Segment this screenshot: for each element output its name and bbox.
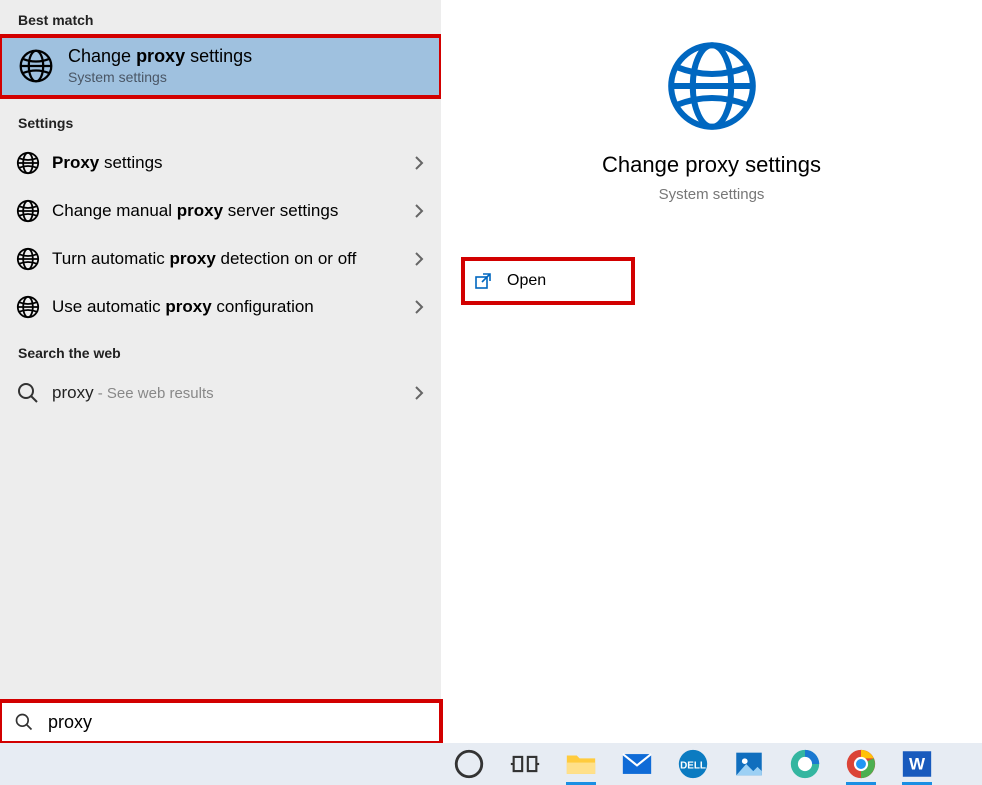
web-result-label: proxy - See web results [52,382,425,405]
search-input[interactable] [48,712,427,733]
globe-icon [16,199,40,223]
settings-item-auto-config[interactable]: Use automatic proxy configuration [0,283,441,331]
word-icon[interactable]: W [900,747,934,781]
settings-item-label: Change manual proxy server settings [52,200,425,223]
chrome-icon[interactable] [844,747,878,781]
section-search-web: Search the web [0,331,441,369]
settings-list: Proxy settings Change manual proxy serve… [0,139,441,331]
settings-item-label: Proxy settings [52,152,425,175]
preview-panel: Change proxy settings System settings Op… [441,0,982,743]
search-icon [16,381,40,405]
chevron-right-icon [411,155,427,171]
settings-item-auto-detection[interactable]: Turn automatic proxy detection on or off [0,235,441,283]
globe-icon [664,38,760,134]
section-best-match: Best match [0,0,441,36]
best-match-result[interactable]: Change proxy settings System settings [0,36,441,97]
chevron-right-icon [411,203,427,219]
chevron-right-icon [411,385,427,401]
search-bar[interactable] [0,701,441,743]
photos-icon[interactable] [732,747,766,781]
search-results-panel: Best match Change proxy settings System … [0,0,441,743]
file-explorer-icon[interactable] [564,747,598,781]
web-result-item[interactable]: proxy - See web results [0,369,441,417]
section-settings: Settings [0,97,441,139]
mail-icon[interactable] [620,747,654,781]
svg-text:DELL: DELL [680,760,706,771]
open-icon [473,271,493,291]
search-icon [14,712,34,732]
open-action[interactable]: Open [463,259,633,303]
preview-actions: Open [441,259,982,303]
globe-icon [18,48,54,84]
best-match-subtitle: System settings [68,69,252,85]
chevron-right-icon [411,251,427,267]
chevron-right-icon [411,299,427,315]
taskbar: DELL W [0,743,982,785]
cortana-icon[interactable] [452,747,486,781]
settings-item-proxy-settings[interactable]: Proxy settings [0,139,441,187]
dell-icon[interactable]: DELL [676,747,710,781]
preview-title: Change proxy settings [602,152,821,178]
edge-icon[interactable] [788,747,822,781]
svg-text:W: W [909,755,926,774]
globe-icon [16,151,40,175]
preview-subtitle: System settings [659,186,765,203]
open-label: Open [507,272,546,290]
settings-item-label: Use automatic proxy configuration [52,296,425,319]
globe-icon [16,247,40,271]
best-match-title: Change proxy settings [68,46,252,67]
task-view-icon[interactable] [508,747,542,781]
globe-icon [16,295,40,319]
settings-item-manual-proxy[interactable]: Change manual proxy server settings [0,187,441,235]
settings-item-label: Turn automatic proxy detection on or off [52,248,425,271]
